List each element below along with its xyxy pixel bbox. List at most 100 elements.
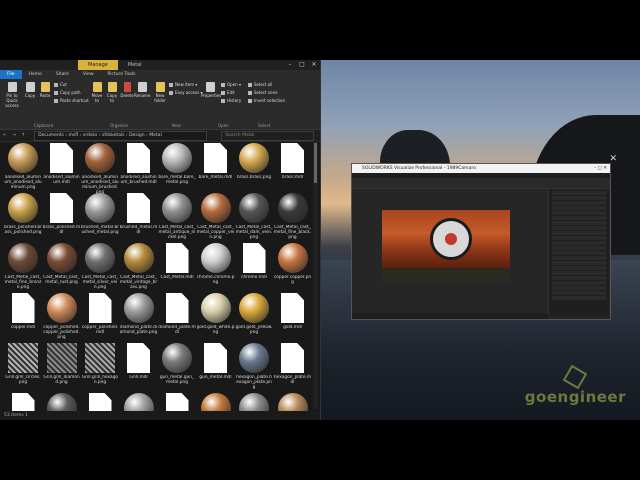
document-icon xyxy=(281,143,304,173)
manage-context-tab[interactable]: Manage xyxy=(78,60,118,70)
material-thumbnail xyxy=(8,193,38,223)
palette-row[interactable] xyxy=(552,241,606,245)
palette-row[interactable] xyxy=(552,196,606,200)
palette-row[interactable] xyxy=(552,236,606,240)
material-thumbnail xyxy=(162,193,192,223)
document-icon xyxy=(204,143,227,173)
open-button[interactable]: Open ▾ xyxy=(221,82,241,87)
palette-row[interactable] xyxy=(552,296,606,300)
paste-button[interactable]: Paste xyxy=(38,82,52,98)
properties-button[interactable]: Properties xyxy=(201,82,221,98)
ribbon: Pin to Quick access Copy Paste Cut Copy … xyxy=(0,79,320,130)
wheel xyxy=(430,218,472,260)
invert-selection-button[interactable]: Invert selection xyxy=(248,98,285,103)
organize-group-label: Organize xyxy=(110,123,128,128)
new-folder-button[interactable]: New folder xyxy=(153,82,167,103)
select-none-button[interactable]: Select none xyxy=(248,90,278,95)
visualize-toolbar[interactable] xyxy=(352,178,610,189)
copy-to-button[interactable]: Copy to xyxy=(105,82,119,103)
material-thumbnail xyxy=(162,343,192,373)
file-name: brass_polished.brass_polished.png xyxy=(4,225,42,235)
close-icon[interactable]: ✕ xyxy=(609,154,617,164)
rename-button[interactable]: Rename xyxy=(134,82,150,98)
delete-button[interactable]: Delete xyxy=(120,82,134,98)
folder-move-icon xyxy=(92,82,102,92)
window-controls-icon[interactable]: – □ ✕ xyxy=(594,164,607,173)
file-name: gold.gold_yellow.png xyxy=(235,325,273,335)
history-button[interactable]: History xyxy=(221,98,241,103)
nav-arrows-icon[interactable]: ← → ↑ xyxy=(0,133,30,138)
palette-panel[interactable] xyxy=(548,190,609,316)
select-all-button[interactable]: Select all xyxy=(248,82,272,87)
palette-row[interactable] xyxy=(552,206,606,210)
document-icon xyxy=(127,193,150,223)
palette-row[interactable] xyxy=(552,221,606,225)
minimize-icon[interactable]: – xyxy=(284,60,296,70)
palette-row[interactable] xyxy=(552,286,606,290)
copy-path-button[interactable]: Copy path xyxy=(54,90,81,95)
select-group-label: Select xyxy=(258,123,271,128)
file-name: Cast_Metal_cast_metal_rust.png xyxy=(43,275,80,285)
pin-quick-access-button[interactable]: Pin to Quick access xyxy=(2,82,22,108)
move-to-button[interactable]: Move to xyxy=(90,82,104,103)
document-icon xyxy=(242,243,266,273)
palette-row[interactable] xyxy=(552,246,606,250)
file-name: diamond_plate.diamond_plate.png xyxy=(119,325,158,335)
palette-row[interactable] xyxy=(552,231,606,235)
palette-row[interactable] xyxy=(552,291,606,295)
scrollbar-thumb[interactable] xyxy=(314,143,317,183)
palette-row[interactable] xyxy=(552,271,606,275)
render-viewport[interactable] xyxy=(382,210,510,282)
file-name: brass.mdl xyxy=(281,175,304,180)
file-name: Cast_Metal_cast_metal_vintage_brass.png xyxy=(119,275,158,290)
document-icon xyxy=(88,293,112,323)
palette-row[interactable] xyxy=(552,261,606,265)
search-input[interactable]: Search Metal xyxy=(221,130,315,141)
new-item-button[interactable]: New item ▾ xyxy=(169,82,197,87)
palette-row[interactable] xyxy=(552,266,606,270)
tab-home[interactable]: Home xyxy=(22,72,49,77)
vertical-scrollbar[interactable] xyxy=(313,141,318,409)
palette-row[interactable] xyxy=(552,226,606,230)
file-name: gold.gold_white.png xyxy=(196,325,235,335)
document-icon xyxy=(127,143,150,173)
palette-row[interactable] xyxy=(552,216,606,220)
file-name: Grill.grill_circles.png xyxy=(5,375,41,385)
address-path[interactable]: Documents › msfl › vrdsks › sfdsketals ›… xyxy=(34,130,208,141)
maximize-icon[interactable]: □ xyxy=(296,60,308,70)
file-name: copper_polished.copper_polished.png xyxy=(43,325,80,340)
edit-button[interactable]: Edit xyxy=(221,90,235,95)
palette-row[interactable] xyxy=(552,191,606,195)
palette-row[interactable] xyxy=(552,281,606,285)
material-thumbnail xyxy=(85,343,115,373)
cut-button[interactable]: Cut xyxy=(54,82,67,87)
new-group-label: New xyxy=(172,123,181,128)
copy-button[interactable]: Copy xyxy=(23,82,37,98)
palette-row[interactable] xyxy=(552,256,606,260)
status-bar: 53 items 1 xyxy=(0,411,320,420)
easy-access-button[interactable]: Easy access ▾ xyxy=(169,90,202,95)
palette-row[interactable] xyxy=(552,276,606,280)
document-icon xyxy=(50,193,73,223)
open-group-label: Open xyxy=(218,123,229,128)
document-icon xyxy=(281,293,304,323)
new-folder-icon xyxy=(155,82,165,92)
document-icon xyxy=(11,293,35,323)
tab-share[interactable]: Share xyxy=(49,72,76,77)
material-thumbnail xyxy=(239,293,269,323)
palette-row[interactable] xyxy=(552,201,606,205)
palette-row[interactable] xyxy=(552,251,606,255)
palette-row[interactable] xyxy=(552,211,606,215)
material-thumbnail xyxy=(239,143,269,173)
pin-icon xyxy=(7,82,17,92)
tab-view[interactable]: View xyxy=(76,72,101,77)
paste-shortcut-button[interactable]: Paste shortcut xyxy=(54,98,89,103)
tab-file[interactable]: File xyxy=(0,70,22,79)
material-thumbnail xyxy=(277,193,308,223)
close-icon[interactable]: ✕ xyxy=(308,60,320,70)
file-name: copper.mdl xyxy=(11,325,35,330)
visualize-titlebar: SOLIDWORKS Visualize Professional - 1989… xyxy=(352,164,610,173)
material-thumbnail xyxy=(277,243,308,273)
tab-picture-tools[interactable]: Picture Tools xyxy=(101,72,143,77)
visualize-statusbar xyxy=(352,313,548,319)
